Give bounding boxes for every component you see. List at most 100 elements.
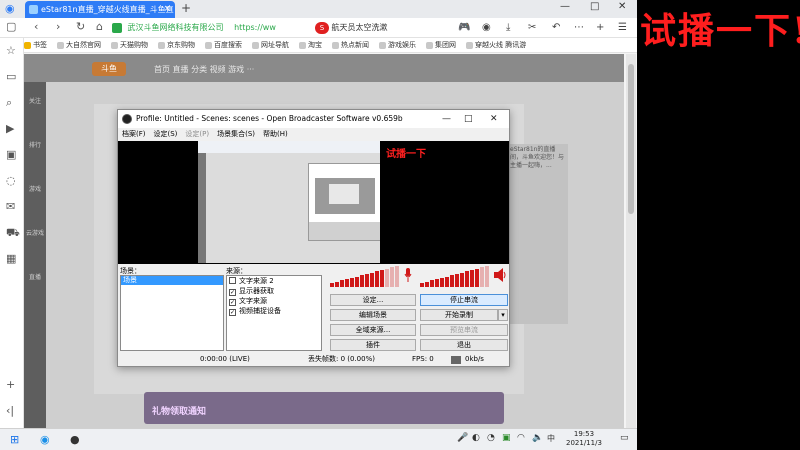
tray-wifi-icon[interactable]: ◠ [517, 433, 525, 443]
source-checkbox[interactable]: ✓ [229, 309, 236, 316]
apps-icon[interactable]: ▦ [6, 252, 16, 265]
bookmark-item[interactable]: 百度搜索 [205, 38, 242, 52]
obs-close-button[interactable]: ✕ [490, 110, 498, 128]
window-close-button[interactable]: ✕ [618, 1, 626, 12]
mail-icon[interactable]: ✉ [6, 200, 15, 213]
rail-item[interactable]: 关注 [26, 96, 44, 105]
source-checkbox[interactable]: ✓ [229, 289, 236, 296]
add-icon[interactable]: + [596, 22, 604, 33]
home-icon[interactable]: ⌂ [96, 20, 103, 33]
scene-item[interactable]: 场景 [121, 276, 223, 285]
exit-button[interactable]: 退出 [420, 339, 508, 351]
recording-dropdown-icon[interactable]: ▾ [498, 309, 508, 321]
tray-mic-icon[interactable]: 🎤 [457, 433, 468, 443]
taskbar-obs-icon[interactable]: ● [70, 433, 80, 446]
source-item[interactable]: ✓ 文字来源 [227, 296, 321, 306]
video-icon[interactable]: ▶ [6, 122, 14, 135]
forward-icon[interactable]: › [56, 20, 60, 33]
tray-security-icon[interactable]: ▣ [502, 433, 511, 443]
start-recording-button[interactable]: 开始录制 [420, 309, 498, 321]
plugins-button[interactable]: 插件 [330, 339, 416, 351]
extension-icon[interactable]: ◉ [482, 22, 491, 33]
search-suggestion[interactable]: S 航天员太空洗漱 [315, 21, 388, 35]
window-maximize-button[interactable]: □ [590, 1, 599, 12]
scene-list[interactable]: 场景 [120, 275, 224, 351]
clock[interactable]: 19:53 2021/11/3 [566, 430, 602, 448]
download-icon[interactable]: ⤓ [506, 22, 510, 33]
stop-stream-button[interactable]: 停止串流 [420, 294, 508, 306]
obs-menu-item[interactable]: 设定(P) [185, 130, 209, 138]
tray-app-icon[interactable]: ◐ [472, 433, 480, 443]
bookmark-item[interactable]: 京东购物 [158, 38, 195, 52]
tray-network-icon[interactable]: ◔ [487, 433, 495, 443]
menu-icon[interactable]: ☰ [618, 22, 627, 33]
obs-menu-item[interactable]: 场景集合(S) [217, 130, 255, 138]
browser-tab-active[interactable]: eStar81n直播_穿越火线直播_斗鱼直 × [25, 1, 175, 18]
reload-icon[interactable]: ↻ [76, 20, 85, 33]
tab-close-icon[interactable]: × [163, 1, 171, 18]
notification-icon[interactable]: ▭ [620, 433, 629, 443]
tray-language[interactable]: 中 [547, 433, 555, 444]
bookmark-item[interactable]: 书签 [24, 38, 47, 52]
obs-minimize-button[interactable]: — [442, 110, 451, 128]
settings-button[interactable]: 设定... [330, 294, 416, 306]
window-minimize-button[interactable]: — [560, 1, 570, 12]
sidebar-collapse-icon[interactable]: ‹| [6, 404, 14, 417]
obs-menu-item[interactable]: 帮助(H) [263, 130, 288, 138]
bookmark-item[interactable]: 大自然官网 [57, 38, 101, 52]
bookmark-item[interactable]: 淘宝 [299, 38, 322, 52]
bookmark-item[interactable]: 热点新闻 [332, 38, 369, 52]
sidebar-toggle-icon[interactable]: ▢ [6, 20, 16, 33]
site-nav[interactable]: 首页 直播 分类 视频 游戏 ··· [154, 64, 254, 75]
global-sources-button[interactable]: 全域来源... [330, 324, 416, 336]
bookmark-item[interactable]: 穿越火线 腾讯游 [466, 38, 526, 52]
site-logo[interactable]: 斗鱼 [92, 62, 126, 76]
source-item[interactable]: ✓ 视频捕捉设备 [227, 306, 321, 316]
bookmark-item[interactable]: 天猫购物 [111, 38, 148, 52]
rail-item[interactable]: 直播 [26, 272, 44, 281]
scissors-icon[interactable]: ✂ [528, 22, 536, 33]
undo-icon[interactable]: ↶ [552, 22, 560, 33]
book-icon[interactable]: ▭ [6, 70, 16, 83]
source-checkbox[interactable] [229, 277, 236, 284]
scrollbar-thumb[interactable] [628, 64, 634, 214]
mic-volume-meter[interactable] [330, 265, 402, 287]
obs-maximize-button[interactable]: □ [464, 110, 473, 128]
bookmark-item[interactable]: 游戏娱乐 [379, 38, 416, 52]
clock-time: 19:53 [573, 430, 595, 438]
obs-menu-item[interactable]: 设定(S) [154, 130, 178, 138]
rail-item[interactable]: 游戏 [26, 184, 44, 193]
star-icon[interactable]: ☆ [6, 44, 16, 57]
source-checkbox[interactable]: ✓ [229, 299, 236, 306]
more-icon[interactable]: ⋯ [574, 22, 584, 33]
live-icon[interactable]: ▣ [6, 148, 16, 161]
back-icon[interactable]: ‹ [34, 20, 38, 33]
start-icon[interactable]: ⊞ [10, 433, 19, 446]
bookmark-item[interactable]: 集团网 [426, 38, 456, 52]
address-bar[interactable]: 武汉斗鱼网络科技有限公司 https://ww [112, 20, 302, 36]
rail-item[interactable]: 排行 [26, 140, 44, 149]
new-tab-button[interactable]: + [181, 1, 191, 15]
bookmark-item[interactable]: 网址导航 [252, 38, 289, 52]
speaker-icon[interactable] [494, 268, 506, 282]
game-icon[interactable]: 🎮 [458, 22, 470, 33]
tray-volume-icon[interactable]: 🔈 [532, 433, 543, 443]
obs-menu-item[interactable]: 档案(F) [122, 130, 146, 138]
chat-icon[interactable]: ◌ [6, 174, 16, 187]
sidebar-add-icon[interactable]: + [6, 378, 15, 391]
source-list[interactable]: 文字来源 2 ✓ 显示器获取 ✓ 文字来源 ✓ 视频捕捉设备 [226, 275, 322, 351]
cart-icon[interactable]: ⛟ [6, 226, 20, 241]
microphone-icon[interactable] [404, 268, 412, 282]
taskbar-browser-icon[interactable]: ◉ [40, 433, 50, 446]
source-item[interactable]: 文字来源 2 [227, 276, 321, 286]
edit-scene-button[interactable]: 编辑场景 [330, 309, 416, 321]
page-scrollbar[interactable] [626, 54, 636, 428]
rail-item[interactable]: 云游戏 [26, 228, 44, 237]
desktop-volume-meter[interactable] [420, 265, 492, 287]
source-item[interactable]: ✓ 显示器获取 [227, 286, 321, 296]
source-label: 视频捕捉设备 [239, 307, 281, 315]
bookmarks-bar: 书签 大自然官网 天猫购物 京东购物 百度搜索 网址导航 淘宝 热点新闻 游戏娱乐 集团网 穿越火线… [24, 38, 637, 53]
search-icon[interactable]: ⌕ [6, 96, 12, 110]
preview-stream-button[interactable]: 预览串流 [420, 324, 508, 336]
meter-bar [460, 272, 464, 287]
